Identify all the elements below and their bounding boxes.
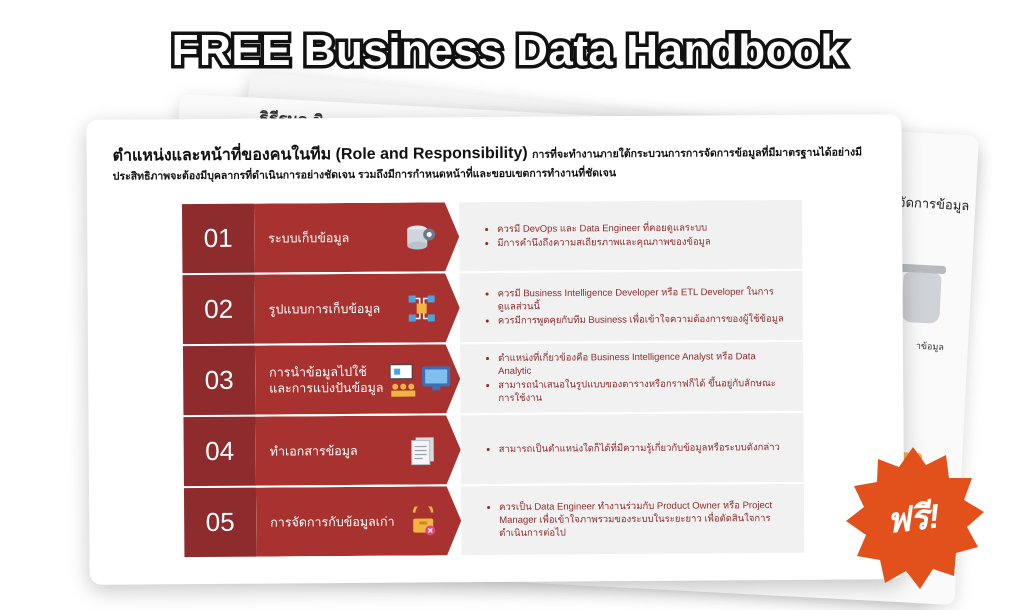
document-icon [407, 435, 439, 465]
row-description: สามารถเป็นตำแหน่งใดก็ได้ที่มีความรู้เกี่… [460, 413, 803, 484]
row-number: 02 [182, 274, 255, 345]
row-description: ควรมี Business Intelligence Developer หร… [459, 271, 802, 342]
front-sheet: ตำแหน่งและหน้าที่ของคนในทีม (Role and Re… [86, 114, 905, 585]
row-bullet: ควรมีการพูดคุยกับทีม Business เพื่อเข้าใ… [498, 312, 788, 327]
row-description: ควรมี DevOps และ Data Engineer ที่คอยดูแ… [459, 200, 802, 271]
role-row: 04 ทำเอกสารข้อมูล สามารถเป็นตำแหน่งใดก็ไ… [183, 413, 803, 487]
row-label: การนำข้อมูลไปใช้และการแบ่งปันข้อมูล [269, 364, 384, 396]
row-bullet: ตำแหน่งที่เกี่ยวข้องคือ Business Intelli… [498, 349, 788, 377]
presentation-icon [388, 360, 452, 398]
role-row: 03 การนำข้อมูลไปใช้และการแบ่งปันข้อมูล •… [182, 342, 803, 416]
row-label-box: ทำเอกสารข้อมูล [255, 415, 460, 485]
role-row: 02 รูปแบบการเก็บข้อมูล ควรมี Busin [182, 271, 802, 345]
row-bullet: ควรมี DevOps และ Data Engineer ที่คอยดูแ… [497, 220, 787, 235]
row-label-box: รูปแบบการเก็บข้อมูล [254, 273, 459, 343]
row-label: ระบบเก็บข้อมูล [268, 230, 350, 246]
role-row: 01 ระบบเก็บข้อมูล ควรมี DevOps และ Data … [181, 200, 802, 274]
free-badge-text: ฟรี! [884, 497, 942, 541]
row-label: การจัดการกับข้อมูลเก่า [270, 514, 395, 530]
row-label-box: การจัดการกับข้อมูลเก่า [256, 486, 461, 556]
row-description: ควรเป็น Data Engineer ทำงานร่วมกับ Produ… [461, 484, 804, 555]
middle-sheet-right-title: รจัดการข้อมูล [890, 194, 970, 214]
row-bullet: สามารถนำเสนอในรูปแบบของตารางหรือกราฟก็ได… [498, 376, 788, 404]
middle-sheet-caption: าข้อมูล [915, 340, 945, 353]
headline: FREE Business Data Handbook [168, 23, 848, 79]
row-label: รูปแบบการเก็บข้อมูล [268, 301, 381, 317]
role-table: 01 ระบบเก็บข้อมูล ควรมี DevOps และ Data … [181, 200, 804, 559]
role-row: 05 การจัดการกับข้อมูลเก่า ควรเป็น Data E… [183, 484, 804, 558]
trash-bin-icon [901, 271, 942, 324]
row-description: ตำแหน่งที่เกี่ยวข้องคือ Business Intelli… [460, 342, 803, 413]
row-label-box: การนำข้อมูลไปใช้และการแบ่งปันข้อมูล [255, 344, 460, 414]
archive-box-icon [407, 506, 439, 536]
row-bullet: ควรเป็น Data Engineer ทำงานร่วมกับ Produ… [499, 498, 789, 539]
row-number: 04 [183, 416, 256, 487]
row-bullet: สามารถเป็นตำแหน่งใดก็ได้ที่มีความรู้เกี่… [499, 440, 789, 455]
front-sheet-title: ตำแหน่งและหน้าที่ของคนในทีม (Role and Re… [113, 142, 883, 185]
front-title-main: ตำแหน่งและหน้าที่ของคนในทีม (Role and Re… [112, 144, 528, 165]
row-bullet: มีการคำนึงถึงความสเถียรภาพและคุณภาพของข้… [497, 234, 787, 249]
row-number: 05 [183, 487, 257, 558]
row-label: ทำเอกสารข้อมูล [269, 443, 358, 459]
data-structure-icon [406, 293, 438, 323]
row-label-box: ระบบเก็บข้อมูล [254, 202, 459, 272]
database-gear-icon [405, 222, 437, 252]
row-bullet: ควรมี Business Intelligence Developer หร… [498, 285, 788, 313]
free-badge: ฟรี! [838, 443, 988, 593]
row-number: 03 [182, 345, 256, 416]
row-number: 01 [181, 203, 255, 274]
